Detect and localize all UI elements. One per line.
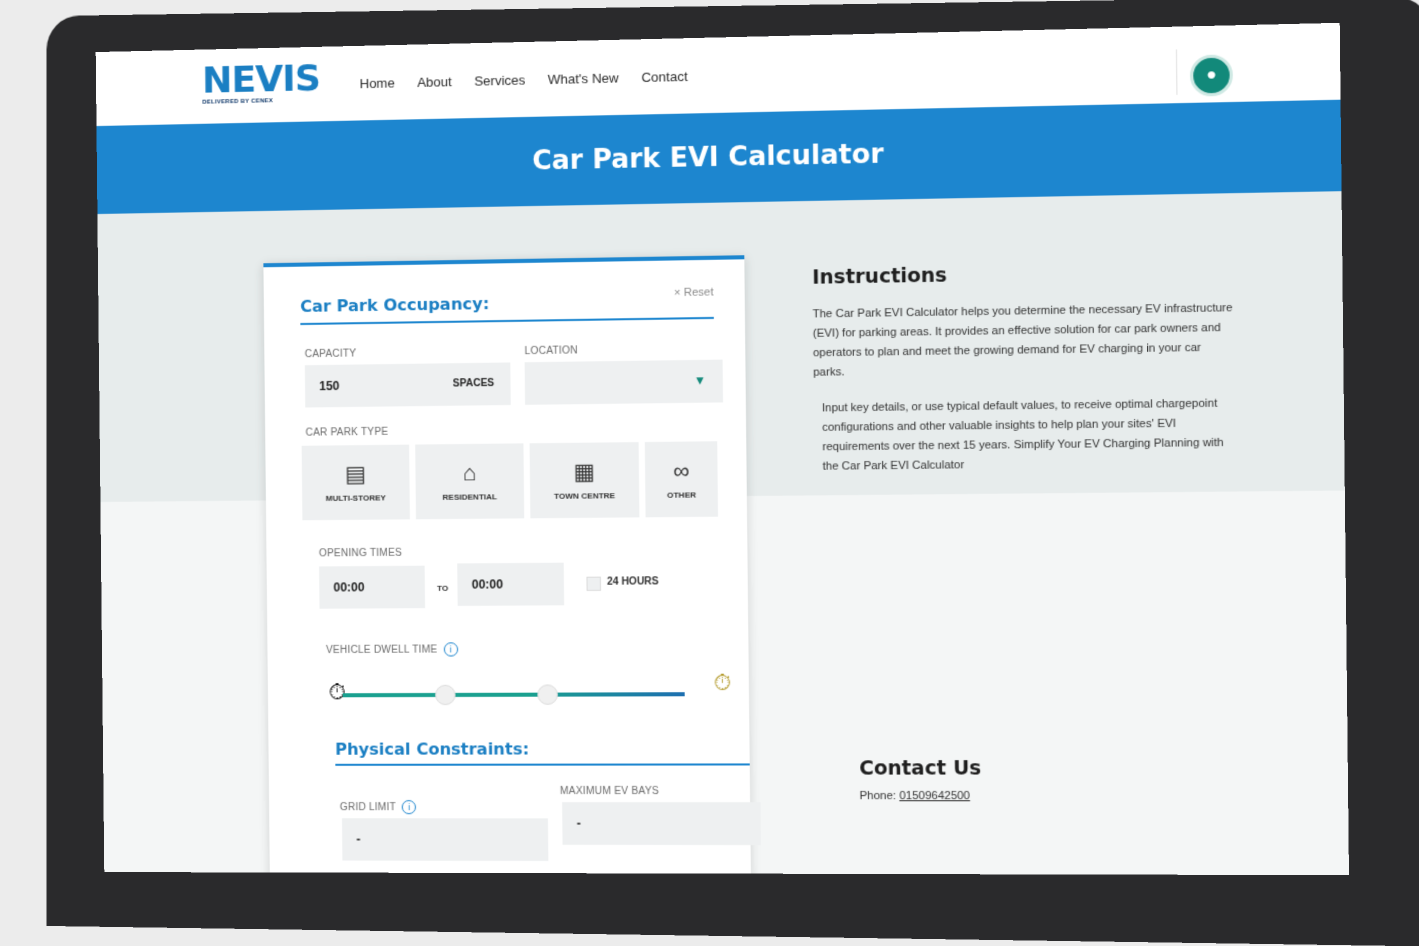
phone-label: Phone: xyxy=(859,790,896,802)
nav-home[interactable]: Home xyxy=(360,75,395,91)
grid-limit-label-text: GRID LIMIT xyxy=(340,802,396,813)
opening-from-value: 00:00 xyxy=(333,580,364,594)
capacity-label: CAPACITY xyxy=(305,348,357,360)
dwell-time-label: VEHICLE DWELL TIME i xyxy=(326,642,458,657)
contact-phone: Phone: 01509642500 xyxy=(859,790,981,802)
grid-limit-label: GRID LIMIT i xyxy=(340,800,417,814)
opening-from-input[interactable]: 00:00 xyxy=(319,566,425,609)
nav-whats-new[interactable]: What's New xyxy=(548,70,619,87)
main-nav: Home About Services What's New Contact xyxy=(360,69,688,92)
grid-limit-value: - xyxy=(356,832,360,846)
nevis-logo[interactable]: NEVIS DELIVERED BY CENEX xyxy=(202,61,334,106)
type-option-town-centre[interactable]: ▦ TOWN CENTRE xyxy=(530,442,640,518)
page-title: Car Park EVI Calculator xyxy=(532,139,884,177)
contact-title: Contact Us xyxy=(859,757,981,780)
max-ev-bays-label: MAXIMUM EV BAYS xyxy=(560,786,659,797)
user-account-button[interactable]: ● xyxy=(1190,54,1233,96)
dwell-time-slider[interactable] xyxy=(343,692,685,697)
type-option-other[interactable]: ∞ OTHER xyxy=(645,441,718,517)
occupancy-section-title: Car Park Occupancy: xyxy=(300,294,489,316)
capacity-value: 150 xyxy=(319,379,339,393)
max-ev-bays-value: - xyxy=(577,816,581,830)
multi-storey-icon: ▤ xyxy=(345,463,366,485)
reset-button[interactable]: × Reset xyxy=(674,286,714,299)
occupancy-title-underline xyxy=(300,317,713,325)
header-divider xyxy=(1176,49,1178,95)
opening-to-value: 00:00 xyxy=(472,577,504,591)
type-option-multi-storey[interactable]: ▤ MULTI-STOREY xyxy=(302,445,410,521)
type-option-label: RESIDENTIAL xyxy=(443,492,498,502)
logo-word: NEVIS xyxy=(202,61,333,100)
location-select[interactable]: ▼ xyxy=(525,360,723,405)
capacity-input[interactable]: 150 SPACES xyxy=(305,362,511,407)
contact-section: Contact Us Phone: 01509642500 xyxy=(859,757,981,802)
car-park-type-label: CAR PARK TYPE xyxy=(305,427,388,439)
instructions-panel: Instructions The Car Park EVI Calculator… xyxy=(812,259,1237,493)
phone-link[interactable]: 01509642500 xyxy=(899,790,970,802)
info-icon[interactable]: i xyxy=(444,642,458,656)
opening-to-input[interactable]: 00:00 xyxy=(457,563,564,606)
constraints-section-title: Physical Constraints: xyxy=(335,739,529,758)
nav-services[interactable]: Services xyxy=(474,72,525,88)
calculator-form-card: Car Park Occupancy: × Reset CAPACITY 150… xyxy=(263,255,751,875)
dwell-slider-handle-max[interactable] xyxy=(538,684,559,704)
dwell-slider-handle-min[interactable] xyxy=(435,685,456,705)
dropdown-caret-icon: ▼ xyxy=(694,373,706,387)
type-option-label: MULTI-STOREY xyxy=(326,493,386,503)
type-option-label: TOWN CENTRE xyxy=(554,491,615,501)
town-centre-icon: ▦ xyxy=(573,460,595,483)
location-label: LOCATION xyxy=(524,345,577,357)
nav-contact[interactable]: Contact xyxy=(641,69,687,85)
car-park-type-options: ▤ MULTI-STOREY ⌂ RESIDENTIAL ▦ TOWN CENT… xyxy=(302,441,718,520)
info-icon[interactable]: i xyxy=(402,800,416,814)
browser-screen: NEVIS DELIVERED BY CENEX Home About Serv… xyxy=(96,23,1349,875)
dwell-time-label-text: VEHICLE DWELL TIME xyxy=(326,644,438,656)
to-label: TO xyxy=(437,584,448,593)
max-ev-bays-input[interactable]: - xyxy=(562,802,761,845)
type-option-label: OTHER xyxy=(667,490,696,499)
capacity-unit: SPACES xyxy=(453,378,494,390)
user-icon: ● xyxy=(1206,66,1217,85)
type-option-residential[interactable]: ⌂ RESIDENTIAL xyxy=(415,443,524,519)
house-car-icon: ⌂ xyxy=(463,462,477,484)
opening-times-label: OPENING TIMES xyxy=(319,548,402,560)
24-hours-checkbox[interactable] xyxy=(586,577,601,591)
infinity-icon: ∞ xyxy=(673,459,689,482)
instructions-paragraph-1: The Car Park EVI Calculator helps you de… xyxy=(813,299,1237,383)
nav-about[interactable]: About xyxy=(417,74,452,90)
stopwatch-max-icon: ⏱ xyxy=(713,672,731,694)
grid-limit-input[interactable]: - xyxy=(342,818,548,861)
constraints-title-underline xyxy=(335,763,749,765)
instructions-paragraph-2: Input key details, or use typical defaul… xyxy=(814,394,1238,477)
24-hours-label: 24 HOURS xyxy=(607,576,659,588)
